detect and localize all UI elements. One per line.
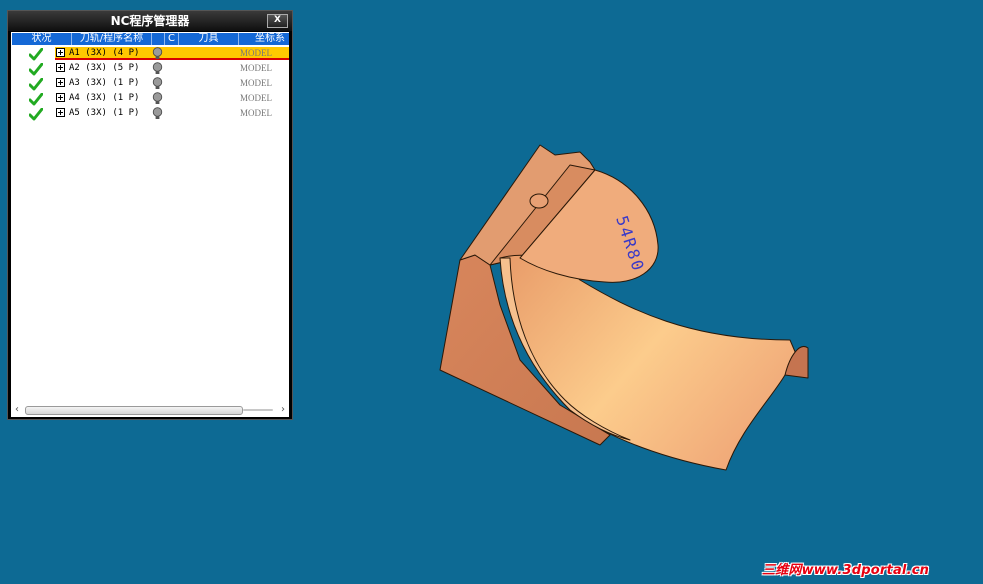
table-header: 状况 刀轨/程序名称 C 刀具 坐标系 [12,33,289,45]
coordinate-system: MODEL [240,93,272,103]
column-header-coordinate-system[interactable]: 坐标系 [239,33,289,45]
window-title: NC程序管理器 [110,14,190,28]
column-header-spacer [152,33,165,45]
coordinate-system: MODEL [240,48,272,58]
check-icon [29,63,43,76]
program-tree: 状况 刀轨/程序名称 C 刀具 坐标系 A1 (3X) (4 P) MODEL … [11,32,289,417]
scroll-left-icon[interactable]: ‹ [11,404,23,416]
close-button[interactable]: X [267,14,288,28]
coordinate-system: MODEL [240,78,272,88]
cad-model-view[interactable]: 54R80 [430,130,830,480]
expand-icon[interactable] [56,63,65,72]
lightbulb-icon[interactable] [152,47,163,60]
lightbulb-icon[interactable] [152,77,163,90]
expand-icon[interactable] [56,78,65,87]
coordinate-system: MODEL [240,63,272,73]
operation-name: A1 (3X) (4 P) [69,48,140,58]
column-header-name[interactable]: 刀轨/程序名称 [72,33,152,45]
scrollbar-track[interactable] [243,409,273,411]
table-row[interactable]: A2 (3X) (5 P) MODEL [11,62,289,77]
coordinate-system: MODEL [240,108,272,118]
lightbulb-icon[interactable] [152,62,163,75]
expand-icon[interactable] [56,108,65,117]
lightbulb-icon[interactable] [152,92,163,105]
check-icon [29,78,43,91]
check-icon [29,93,43,106]
scrollbar-thumb[interactable] [25,406,243,415]
check-icon [29,48,43,61]
column-header-status[interactable]: 状况 [12,33,72,45]
table-row[interactable]: A5 (3X) (1 P) MODEL [11,107,289,122]
watermark: 三维网www.3dportal.cn [762,563,930,578]
nc-program-manager-window: NC程序管理器 X 状况 刀轨/程序名称 C 刀具 坐标系 A1 (3X) (4… [7,10,293,420]
check-icon [29,108,43,121]
horizontal-scrollbar[interactable]: ‹ › [11,403,289,417]
lightbulb-icon[interactable] [152,107,163,120]
table-row[interactable]: A3 (3X) (1 P) MODEL [11,77,289,92]
table-row[interactable]: A4 (3X) (1 P) MODEL [11,92,289,107]
scroll-right-icon[interactable]: › [277,404,289,416]
table-row[interactable]: A1 (3X) (4 P) MODEL [11,47,289,62]
model-curved-surface [499,254,806,471]
expand-icon[interactable] [56,93,65,102]
column-header-tool[interactable]: 刀具 [179,33,239,45]
operation-name: A5 (3X) (1 P) [69,108,140,118]
operation-name: A4 (3X) (1 P) [69,93,140,103]
column-header-c[interactable]: C [165,33,179,45]
expand-icon[interactable] [56,48,65,57]
operation-name: A3 (3X) (1 P) [69,78,140,88]
window-titlebar[interactable]: NC程序管理器 X [8,11,292,31]
operation-name: A2 (3X) (5 P) [69,63,140,73]
model-hole [529,193,549,209]
